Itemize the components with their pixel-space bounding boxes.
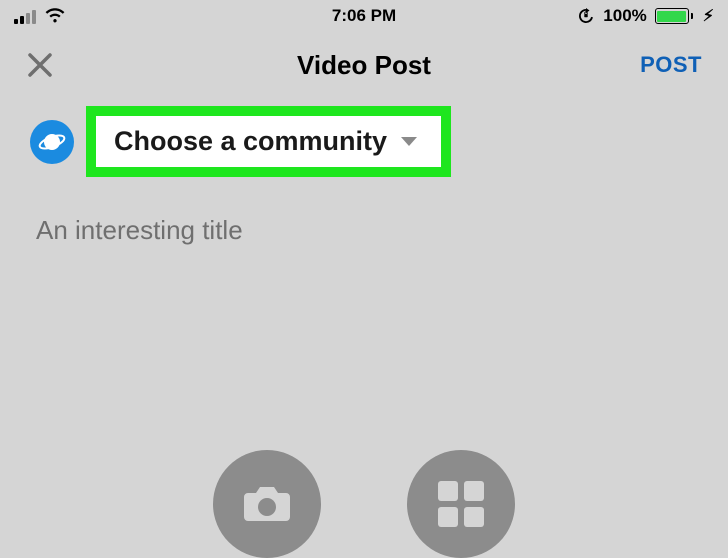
status-left <box>14 8 66 24</box>
bottom-actions <box>0 450 728 558</box>
nav-bar: Video Post POST <box>0 32 728 98</box>
grid-icon <box>438 481 484 527</box>
status-right: 100% ⚡︎ <box>577 6 714 26</box>
gallery-button[interactable] <box>407 450 515 558</box>
charging-icon: ⚡︎ <box>703 6 714 26</box>
cellular-signal-icon <box>14 8 36 24</box>
close-button[interactable] <box>26 51 54 79</box>
rotation-lock-icon <box>577 7 595 25</box>
community-selector[interactable]: Choose a community <box>86 106 451 177</box>
community-row: Choose a community <box>0 98 728 177</box>
post-button[interactable]: POST <box>640 52 702 78</box>
status-bar: 7:06 PM 100% ⚡︎ <box>0 0 728 32</box>
planet-icon <box>30 120 74 164</box>
battery-icon <box>655 8 693 24</box>
title-input[interactable] <box>0 177 728 254</box>
page-title: Video Post <box>297 50 431 81</box>
camera-icon <box>242 483 292 525</box>
camera-button[interactable] <box>213 450 321 558</box>
battery-percentage: 100% <box>603 6 646 26</box>
wifi-icon <box>44 8 66 24</box>
status-time: 7:06 PM <box>332 6 396 26</box>
community-selector-label: Choose a community <box>114 126 387 157</box>
chevron-down-icon <box>399 135 419 149</box>
